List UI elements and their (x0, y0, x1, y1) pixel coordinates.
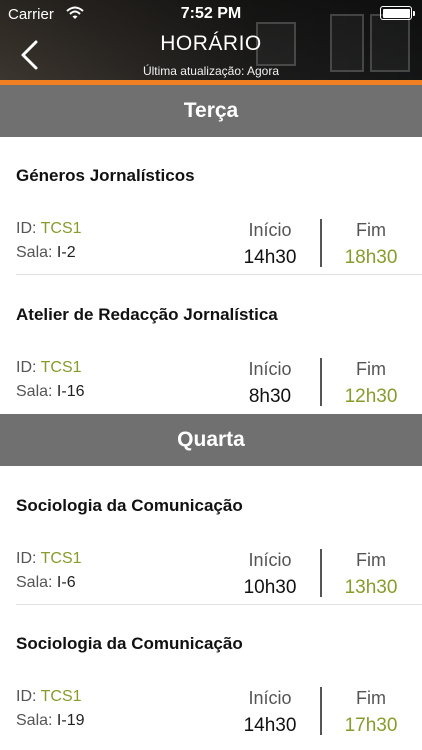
day-header: Terça (0, 85, 422, 137)
end-time: 18h30 (344, 247, 398, 268)
course-id: ID: TCS1 (16, 550, 82, 567)
column-divider (320, 358, 322, 406)
course-name: Sociologia da Comunicação (16, 496, 243, 515)
column-divider (320, 219, 322, 267)
course-details: ID: TCS1 Sala: I-16 Início 8h30 Fim 12h3… (0, 356, 422, 416)
start-label: Início (248, 688, 292, 708)
course-id: ID: TCS1 (16, 359, 82, 376)
end-label: Fim (356, 359, 386, 379)
page-title: HORÁRIO (160, 32, 262, 55)
column-divider (320, 687, 322, 735)
row-divider (16, 274, 422, 275)
last-update-label: Última atualização: Agora (142, 64, 280, 78)
end-label: Fim (356, 550, 386, 570)
course-card[interactable]: Atelier de Redacção Jornalística ID: TCS… (0, 276, 422, 414)
end-label: Fim (356, 220, 386, 240)
course-id: ID: TCS1 (16, 688, 82, 705)
course-card[interactable]: Sociologia da Comunicação ID: TCS1 Sala:… (0, 466, 422, 607)
course-card[interactable]: Sociologia da Comunicação ID: TCS1 Sala:… (0, 605, 422, 750)
course-name: Géneros Jornalísticos (16, 166, 195, 185)
status-time: 7:52 PM (180, 5, 242, 22)
end-label: Fim (356, 688, 386, 708)
start-time: 10h30 (243, 577, 297, 598)
start-time: 8h30 (248, 386, 292, 407)
course-room: Sala: I-6 (16, 574, 76, 591)
start-label: Início (248, 220, 292, 240)
battery-icon (380, 6, 415, 20)
end-time: 13h30 (344, 577, 398, 598)
start-label: Início (248, 550, 292, 570)
course-name: Sociologia da Comunicação (16, 634, 243, 653)
course-details: ID: TCS1 Sala: I-6 Início 10h30 Fim 13h3… (0, 547, 422, 607)
column-divider (320, 549, 322, 597)
course-id: ID: TCS1 (16, 220, 82, 237)
course-name: Atelier de Redacção Jornalística (16, 305, 278, 324)
end-time: 12h30 (344, 386, 398, 407)
start-label: Início (248, 359, 292, 379)
course-room: Sala: I-2 (16, 244, 76, 261)
course-details: ID: TCS1 Sala: I-2 Início 14h30 Fim 18h3… (0, 217, 422, 277)
course-room: Sala: I-19 (16, 712, 85, 729)
end-time: 17h30 (344, 715, 398, 736)
status-bar: Carrier 7:52 PM (0, 0, 422, 28)
start-time: 14h30 (243, 715, 297, 736)
day-header: Quarta (0, 414, 422, 466)
start-time: 14h30 (243, 247, 297, 268)
course-card[interactable]: Géneros Jornalísticos ID: TCS1 Sala: I-2… (0, 137, 422, 275)
nav-header: Carrier 7:52 PM HORÁRIO Última atualizaç… (0, 0, 422, 80)
course-details: ID: TCS1 Sala: I-19 Início 14h30 Fim 17h… (0, 685, 422, 745)
course-room: Sala: I-16 (16, 383, 85, 400)
